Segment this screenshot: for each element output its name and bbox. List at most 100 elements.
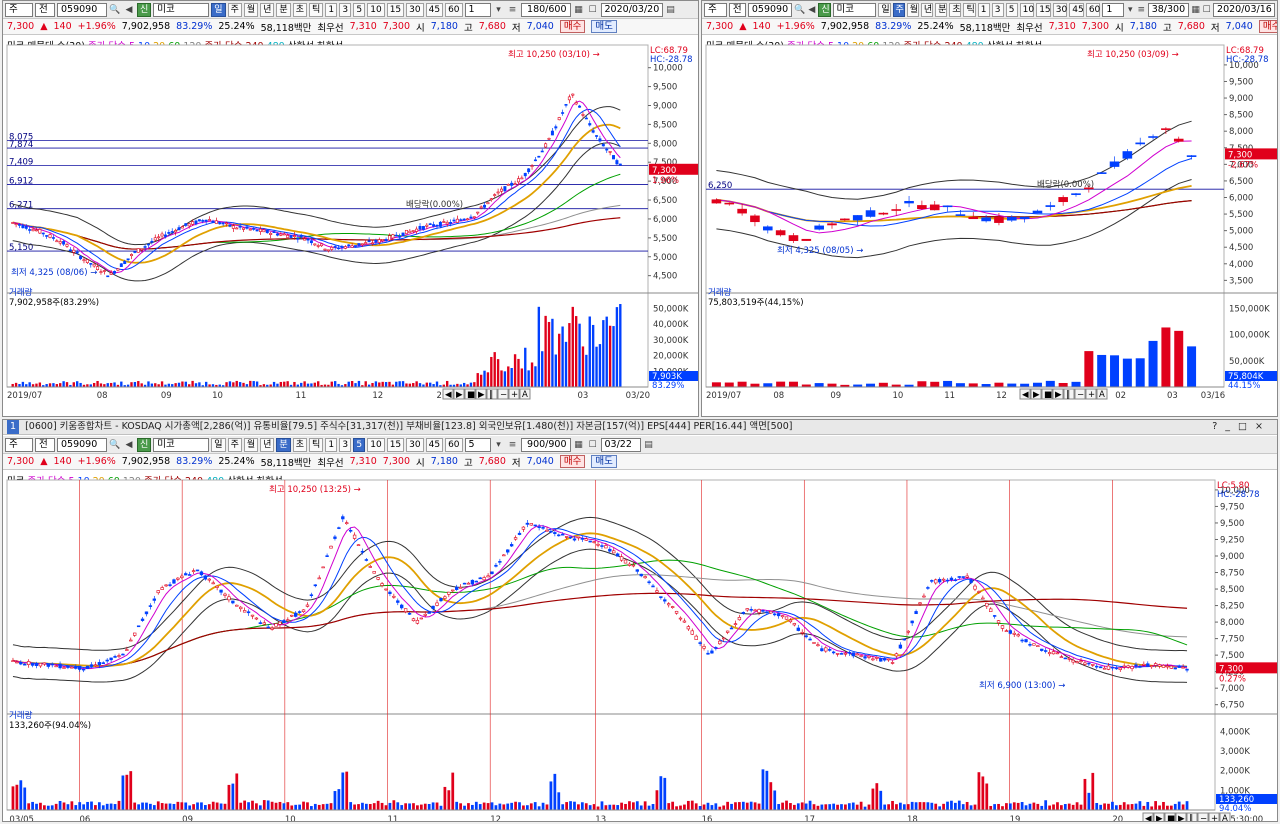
period-day[interactable]: 일 — [211, 437, 226, 452]
count-input[interactable]: 900/900 — [520, 437, 571, 452]
period-year[interactable]: 년 — [260, 437, 275, 452]
period-month[interactable]: 월 — [906, 2, 919, 17]
list-icon[interactable]: ≡ — [507, 4, 519, 16]
period-second[interactable]: 초 — [949, 2, 962, 17]
minimize-icon[interactable]: _ — [1225, 421, 1238, 432]
chart-bottom[interactable]: 10,0009,7509,5009,2509,0008,7508,5008,25… — [3, 470, 1278, 822]
candle — [985, 602, 989, 607]
buy-button[interactable]: 매수 — [559, 455, 586, 468]
period-minute[interactable]: 분 — [276, 437, 291, 452]
jeon-select[interactable]: 전 — [35, 2, 55, 17]
interval-1[interactable]: 1 — [977, 2, 990, 17]
stock-name[interactable]: 미코 — [153, 437, 210, 452]
list-icon[interactable]: ≡ — [1137, 4, 1146, 16]
stock-code-input[interactable]: 059090 — [747, 2, 793, 17]
interval-10[interactable]: 10 — [367, 437, 385, 452]
period-day[interactable]: 일 — [878, 2, 891, 17]
count-input[interactable]: 180/600 — [520, 2, 571, 17]
interval-45[interactable]: 45 — [425, 2, 444, 17]
grid-icon[interactable]: ▦ — [573, 439, 585, 451]
period-year[interactable]: 년 — [920, 2, 934, 17]
jeon-select[interactable]: 전 — [728, 2, 746, 17]
chart-right[interactable]: 10,0009,5009,0008,5008,0007,5007,0006,50… — [702, 35, 1278, 417]
interval-30[interactable]: 30 — [406, 2, 424, 17]
interval-3[interactable]: 3 — [339, 2, 352, 17]
date-input[interactable]: 03/22 — [600, 437, 641, 452]
interval-45[interactable]: 45 — [425, 437, 444, 452]
stock-name[interactable]: 미코 — [153, 2, 210, 17]
checkbox-icon[interactable]: ☐ — [587, 4, 599, 16]
calendar-icon[interactable]: ▤ — [643, 439, 655, 451]
period-week[interactable]: 주 — [227, 2, 242, 17]
interval-input[interactable]: 1 — [464, 2, 491, 17]
maximize-icon[interactable]: □ — [1238, 421, 1255, 432]
interval-input[interactable]: 5 — [464, 437, 491, 452]
period-tick[interactable]: 틱 — [308, 2, 324, 17]
interval-3[interactable]: 3 — [339, 437, 352, 452]
interval-60[interactable]: 60 — [445, 437, 463, 452]
list-icon[interactable]: ≡ — [507, 439, 519, 451]
period-day[interactable]: 일 — [211, 2, 226, 17]
speaker-icon[interactable]: ◀ — [123, 439, 135, 451]
date-input[interactable]: 2020/03/20 — [600, 2, 663, 17]
interval-30[interactable]: 30 — [1052, 2, 1068, 17]
interval-3[interactable]: 3 — [991, 2, 1004, 17]
interval-15[interactable]: 15 — [386, 2, 405, 17]
grid-icon[interactable]: ▦ — [573, 4, 585, 16]
interval-5[interactable]: 5 — [353, 437, 366, 452]
interval-5[interactable]: 5 — [353, 2, 366, 17]
period-week[interactable]: 주 — [892, 2, 905, 17]
interval-15[interactable]: 15 — [1036, 2, 1051, 17]
date-input[interactable]: 2020/03/16 — [1213, 2, 1276, 17]
checkbox-icon[interactable]: ☐ — [587, 439, 599, 451]
jeon-select[interactable]: 전 — [35, 437, 55, 452]
buy-button[interactable]: 매수 — [1258, 20, 1277, 33]
grid-icon[interactable]: ▦ — [1191, 4, 1200, 16]
chart-left[interactable]: 10,0009,5009,0008,5008,0007,5007,0006,50… — [3, 35, 699, 417]
period-second[interactable]: 초 — [292, 2, 307, 17]
mode-select[interactable]: 주 — [5, 437, 33, 452]
search-icon[interactable]: 🔍 — [109, 4, 121, 16]
calendar-icon[interactable]: ▤ — [665, 4, 677, 16]
help-icon[interactable]: ? — [1212, 421, 1225, 432]
checkbox-icon[interactable]: ☐ — [1202, 4, 1211, 16]
interval-10[interactable]: 10 — [1019, 2, 1035, 17]
speaker-icon[interactable]: ◀ — [807, 4, 816, 16]
interval-10[interactable]: 10 — [367, 2, 385, 17]
close-icon[interactable]: × — [1255, 421, 1271, 432]
count-input[interactable]: 38/300 — [1147, 2, 1190, 17]
buy-button[interactable]: 매수 — [559, 20, 586, 33]
interval-1[interactable]: 1 — [325, 437, 338, 452]
period-second[interactable]: 초 — [292, 437, 307, 452]
interval-45[interactable]: 45 — [1069, 2, 1084, 17]
interval-1[interactable]: 1 — [325, 2, 338, 17]
interval-60[interactable]: 60 — [1085, 2, 1101, 17]
period-week[interactable]: 주 — [227, 437, 242, 452]
period-minute[interactable]: 분 — [276, 2, 291, 17]
stock-code-input[interactable]: 059090 — [57, 2, 107, 17]
search-icon[interactable]: 🔍 — [794, 4, 805, 16]
period-tick[interactable]: 틱 — [963, 2, 976, 17]
chevron-down-icon[interactable]: ▾ — [1126, 4, 1135, 16]
interval-60[interactable]: 60 — [445, 2, 463, 17]
open-label: 시 — [1115, 22, 1124, 34]
period-tick[interactable]: 틱 — [308, 437, 324, 452]
mode-select[interactable]: 주 — [5, 2, 33, 17]
period-month[interactable]: 월 — [243, 437, 259, 452]
period-year[interactable]: 년 — [260, 2, 275, 17]
interval-30[interactable]: 30 — [406, 437, 424, 452]
speaker-icon[interactable]: ◀ — [123, 4, 135, 16]
interval-15[interactable]: 15 — [386, 437, 405, 452]
period-month[interactable]: 월 — [243, 2, 259, 17]
interval-input[interactable]: 1 — [1102, 2, 1124, 17]
stock-name[interactable]: 미코 — [832, 2, 877, 17]
stock-code-input[interactable]: 059090 — [57, 437, 107, 452]
sell-button[interactable]: 매도 — [591, 455, 617, 468]
chevron-down-icon[interactable]: ▾ — [493, 4, 505, 16]
period-minute[interactable]: 분 — [935, 2, 948, 17]
chevron-down-icon[interactable]: ▾ — [493, 439, 505, 451]
interval-5[interactable]: 5 — [1005, 2, 1018, 17]
search-icon[interactable]: 🔍 — [109, 439, 121, 451]
sell-button[interactable]: 매도 — [591, 20, 617, 33]
mode-select[interactable]: 주 — [704, 2, 727, 17]
